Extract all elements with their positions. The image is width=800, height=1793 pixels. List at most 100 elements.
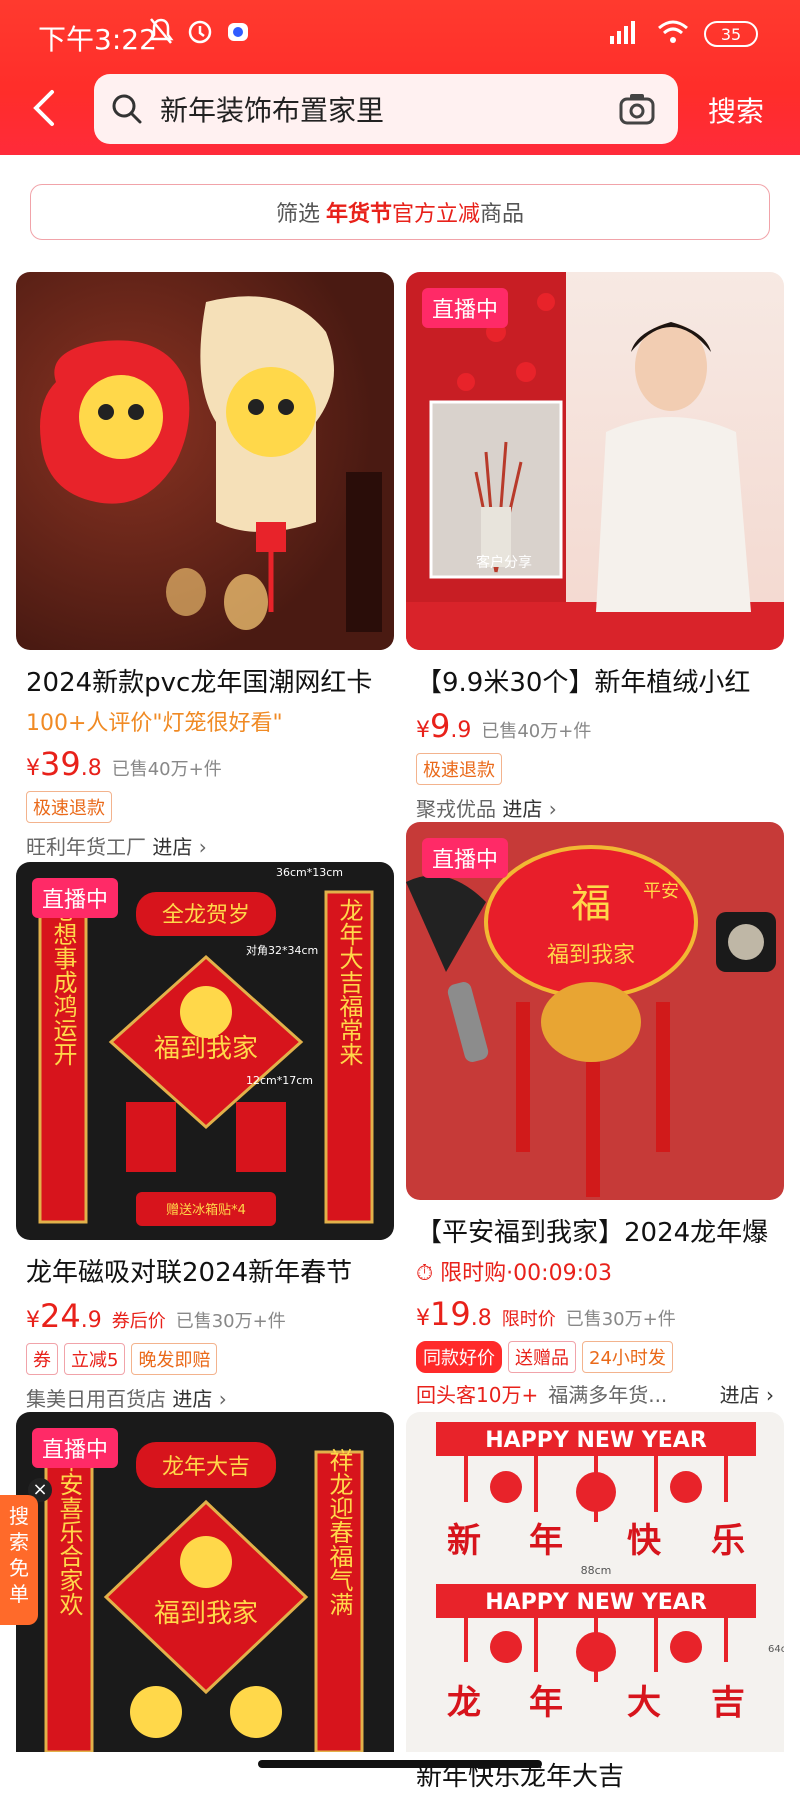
top-header: 下午3:22 35 新年装饰布置家里 搜索: [0, 0, 800, 155]
product-card[interactable]: 福 平安 福到我家 直播中 【平安福到我家】2024龙年爆 ⏱ 限时购·00:0…: [406, 822, 784, 1408]
status-icons-right: 35: [606, 18, 758, 50]
live-badge: 直播中: [422, 288, 509, 328]
search-free-order-float[interactable]: 搜索免单: [0, 1495, 38, 1625]
search-box[interactable]: [94, 74, 678, 144]
product-image[interactable]: 福 平安 福到我家 直播中: [406, 822, 784, 1200]
tag-list: 券 立减5 晚发即赔: [26, 1343, 384, 1375]
repeat-customers: 回头客10万+: [416, 1383, 539, 1407]
camera-icon[interactable]: [618, 90, 656, 128]
thumb-text: HAPPY NEW YEAR: [485, 1590, 707, 1615]
dragon-lantern-illustration: [40, 296, 382, 632]
limited-price-label: 限时价: [501, 1309, 556, 1330]
enter-shop-link[interactable]: 进店: [152, 835, 192, 859]
enter-shop-link[interactable]: 进店: [720, 1383, 760, 1407]
thumb-text: 64cm: [768, 1644, 784, 1655]
battery-indicator: 35: [704, 21, 758, 47]
price-row: ¥9.9 已售40万+件: [416, 707, 774, 745]
status-icons-left: [148, 16, 250, 50]
thumb-text: 大: [627, 1683, 661, 1723]
tag-free-gift: 送赠品: [508, 1341, 576, 1373]
review-summary: 100+人评价"灯笼很好看": [26, 711, 283, 736]
product-title[interactable]: 龙年磁吸对联2024新年春节: [26, 1252, 384, 1289]
tag-fast-refund: 极速退款: [26, 791, 112, 823]
sold-count: 已售30万+件: [565, 1309, 676, 1330]
live-stream-preview: 客户分享: [406, 272, 784, 650]
wifi-icon: [656, 18, 690, 50]
shop-row[interactable]: 聚戎优品 进店 ›: [416, 793, 774, 822]
price-row: ¥39.8 已售40万+件: [26, 745, 384, 783]
product-title[interactable]: 【平安福到我家】2024龙年爆: [416, 1212, 774, 1249]
thumb-text: 88cm: [581, 1564, 612, 1577]
tag-coupon: 券: [26, 1343, 58, 1375]
enter-shop-link[interactable]: 进店: [502, 797, 542, 821]
thumb-text: HAPPY NEW YEAR: [485, 1428, 707, 1453]
shop-row[interactable]: 集美日用百货店 进店 ›: [26, 1383, 384, 1412]
chevron-right-icon: ›: [212, 1387, 227, 1411]
thumb-text: 年: [529, 1683, 563, 1723]
price: ¥24.9: [26, 1297, 102, 1335]
product-image[interactable]: HAPPY NEW YEAR 新 年 快 乐 88cm HAPPY NEW YE…: [406, 1412, 784, 1752]
tag-24h-ship: 24小时发: [582, 1341, 673, 1373]
price: ¥19.8: [416, 1295, 492, 1333]
tag-list: 同款好价 送赠品 24小时发: [416, 1341, 774, 1373]
product-card[interactable]: HAPPY NEW YEAR 新 年 快 乐 88cm HAPPY NEW YE…: [406, 1412, 784, 1793]
home-indicator[interactable]: [258, 1760, 542, 1768]
enter-shop-link[interactable]: 进店: [172, 1387, 212, 1411]
tag-late-compensation: 晚发即赔: [131, 1343, 218, 1375]
thumb-text: 龙: [447, 1683, 481, 1723]
thumb-text: 快: [627, 1521, 662, 1561]
live-badge: 直播中: [422, 838, 509, 878]
product-card[interactable]: 客户分享 直播中 【9.9米30个】新年植绒小红 ¥9.9 已售40万+件 极速…: [406, 272, 784, 822]
search-icon: [110, 92, 144, 126]
thumb-text: 12cm*17cm: [246, 1074, 313, 1087]
status-bar: 下午3:22 35: [0, 0, 800, 70]
live-badge: 直播中: [32, 878, 119, 918]
tag-fast-refund: 极速退款: [416, 753, 502, 785]
alarm-icon: [186, 16, 214, 50]
filter-highlight-festival: 年货节: [325, 202, 392, 227]
product-card[interactable]: 2024新款pvc龙年国潮网红卡 100+人评价"灯笼很好看" ¥39.8 已售…: [16, 272, 394, 860]
filter-highlight-discount: 官方立减: [392, 202, 481, 227]
thumb-text: 心想事成鸿运开: [49, 898, 77, 1066]
shop-name: 福满多年货...: [548, 1383, 668, 1407]
shop-row[interactable]: 旺利年货工厂 进店 ›: [26, 831, 384, 860]
product-image[interactable]: 全龙贺岁 福到我家 心想事成鸿运开 龙年大吉福常来 36cm*13cm 对角32…: [16, 862, 394, 1240]
chevron-right-icon: ›: [542, 797, 557, 821]
shop-name: 旺利年货工厂: [26, 835, 146, 859]
flash-sale-timer: ⏱ 限时购·00:09:03: [416, 1261, 612, 1286]
filter-prefix: 筛选: [275, 202, 320, 227]
product-image[interactable]: 客户分享 直播中: [406, 272, 784, 650]
price-row: ¥24.9 券后价 已售30万+件: [26, 1297, 384, 1335]
thumb-text: 乐: [711, 1521, 745, 1561]
product-image[interactable]: 龙年大吉 福到我家 平安喜乐合家欢 祥龙迎春福气满 直播中: [16, 1412, 394, 1752]
chevron-right-icon: ›: [192, 835, 207, 859]
product-card[interactable]: 全龙贺岁 福到我家 心想事成鸿运开 龙年大吉福常来 36cm*13cm 对角32…: [16, 862, 394, 1412]
search-input[interactable]: [158, 91, 602, 127]
mute-icon: [148, 16, 174, 50]
sold-count: 已售30万+件: [175, 1311, 286, 1332]
thumb-text: 龙年大吉: [162, 1455, 250, 1480]
thumb-text: 福到我家: [154, 1034, 258, 1064]
shop-name: 聚戎优品: [416, 797, 496, 821]
promo-filter-bar[interactable]: 筛选 年货节 官方立减 商品: [30, 184, 770, 240]
product-title[interactable]: 【9.9米30个】新年植绒小红: [416, 662, 774, 699]
price: ¥9.9: [416, 707, 472, 745]
shop-row[interactable]: 回头客10万+ 福满多年货... 进店 ›: [416, 1379, 774, 1408]
app-notify-icon: [226, 16, 250, 50]
back-button[interactable]: [28, 86, 68, 136]
chevron-right-icon: ›: [759, 1383, 774, 1407]
happy-new-year-banner-illustration: HAPPY NEW YEAR 新 年 快 乐 88cm HAPPY NEW YE…: [436, 1422, 784, 1723]
thumb-text: 福: [571, 881, 611, 927]
product-card[interactable]: 龙年大吉 福到我家 平安喜乐合家欢 祥龙迎春福气满 直播中: [16, 1412, 394, 1752]
tag-discount: 立减5: [64, 1343, 126, 1375]
search-button[interactable]: 搜索: [708, 90, 764, 130]
thumb-text: 对角32*34cm: [246, 943, 318, 957]
product-image[interactable]: [16, 272, 394, 650]
tag-same-good-price: 同款好价: [416, 1341, 502, 1373]
product-title[interactable]: 2024新款pvc龙年国潮网红卡: [26, 662, 384, 699]
thumb-caption: 客户分享: [476, 554, 532, 571]
float-label: 搜索免单: [9, 1504, 29, 1606]
thumb-text: 年: [529, 1521, 563, 1561]
status-time: 下午3:22: [38, 23, 157, 56]
thumb-text: 祥龙迎春福气满: [325, 1448, 353, 1616]
